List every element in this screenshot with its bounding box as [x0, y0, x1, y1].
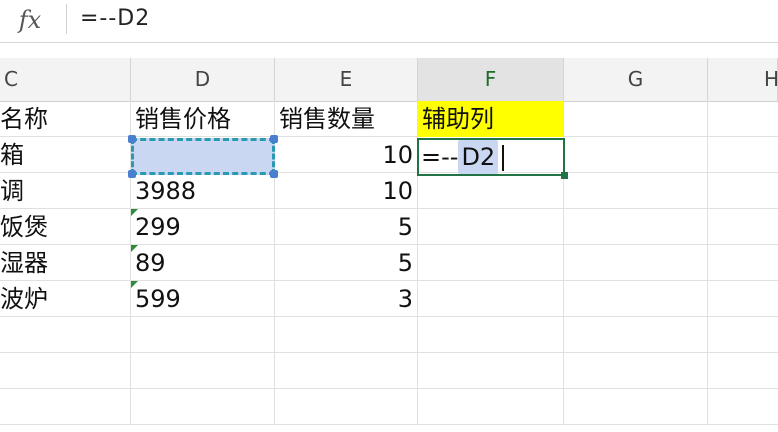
- number-as-text-flag-icon: [131, 281, 138, 288]
- cell-g6[interactable]: [564, 281, 708, 317]
- column-header-row: C D E F G H: [0, 58, 778, 102]
- cell-d6-value: 599: [135, 285, 181, 313]
- column-header-h[interactable]: H: [708, 58, 778, 101]
- cell-f6[interactable]: [418, 281, 564, 317]
- cell-f5[interactable]: [418, 245, 564, 281]
- cell-empty[interactable]: [131, 389, 275, 425]
- cell-c1[interactable]: 名称: [0, 101, 131, 137]
- cell-empty[interactable]: [131, 317, 275, 353]
- table-row: 调 3988 10: [0, 173, 778, 209]
- formula-bar: fx =--D2: [0, 0, 778, 43]
- cell-empty[interactable]: [275, 389, 418, 425]
- selection-handle-icon[interactable]: [128, 170, 136, 178]
- column-header-d[interactable]: D: [131, 58, 275, 101]
- cell-e3[interactable]: 10: [275, 173, 418, 209]
- copy-marquee: [128, 135, 278, 178]
- table-row: 波炉 599 3: [0, 281, 778, 317]
- cell-empty[interactable]: [418, 317, 564, 353]
- cell-f3[interactable]: [418, 173, 564, 209]
- cell-d1[interactable]: 销售价格: [131, 101, 275, 137]
- cell-g1[interactable]: [564, 101, 708, 137]
- selection-handle-icon[interactable]: [270, 135, 278, 143]
- cell-d4[interactable]: 299: [131, 209, 275, 245]
- table-row: 湿器 89 5: [0, 245, 778, 281]
- selection-handle-icon[interactable]: [128, 135, 136, 143]
- table-row: 名称 销售价格 销售数量 辅助列: [0, 101, 778, 137]
- cell-empty[interactable]: [0, 353, 131, 389]
- cell-e2[interactable]: 10: [275, 137, 418, 173]
- cell-empty[interactable]: [564, 353, 708, 389]
- table-row: 饭煲 299 5: [0, 209, 778, 245]
- cell-g5[interactable]: [564, 245, 708, 281]
- cell-empty[interactable]: [275, 353, 418, 389]
- number-as-text-flag-icon: [131, 209, 138, 216]
- text-caret: [502, 145, 505, 171]
- cell-empty[interactable]: [275, 317, 418, 353]
- cell-e5[interactable]: 5: [275, 245, 418, 281]
- cell-c3[interactable]: 调: [0, 173, 131, 209]
- cell-edit-text[interactable]: =-- D2: [421, 140, 505, 174]
- cell-empty[interactable]: [131, 353, 275, 389]
- fx-icon[interactable]: fx: [8, 2, 52, 38]
- cell-d5-value: 89: [135, 249, 166, 277]
- table-row: [0, 317, 778, 353]
- cell-e1[interactable]: 销售数量: [275, 101, 418, 137]
- edit-reference: D2: [458, 140, 499, 174]
- number-as-text-flag-icon: [131, 245, 138, 252]
- cell-f1[interactable]: 辅助列: [418, 101, 564, 137]
- column-header-c[interactable]: C: [0, 58, 131, 101]
- cell-empty[interactable]: [564, 317, 708, 353]
- cell-d6[interactable]: 599: [131, 281, 275, 317]
- selection-handle-icon[interactable]: [270, 170, 278, 178]
- cell-c2[interactable]: 箱: [0, 137, 131, 173]
- cell-e6[interactable]: 3: [275, 281, 418, 317]
- cell-empty[interactable]: [418, 353, 564, 389]
- cell-d4-value: 299: [135, 213, 181, 241]
- cell-e4[interactable]: 5: [275, 209, 418, 245]
- table-row: 箱 3988 10: [0, 137, 778, 173]
- cell-empty[interactable]: [0, 389, 131, 425]
- cell-c6[interactable]: 波炉: [0, 281, 131, 317]
- cell-empty[interactable]: [564, 389, 708, 425]
- cell-c5[interactable]: 湿器: [0, 245, 131, 281]
- cell-empty[interactable]: [418, 389, 564, 425]
- cell-f4[interactable]: [418, 209, 564, 245]
- table-row: [0, 353, 778, 389]
- column-header-g[interactable]: G: [564, 58, 708, 101]
- column-header-f[interactable]: F: [418, 58, 564, 101]
- formula-bar-separator: [66, 4, 67, 34]
- cell-g3[interactable]: [564, 173, 708, 209]
- cell-d5[interactable]: 89: [131, 245, 275, 281]
- cell-d3[interactable]: 3988: [131, 173, 275, 209]
- table-row: [0, 389, 778, 425]
- spreadsheet-grid: C D E F G H 名称 销售价格 销售数量 辅助列 箱 3988 10 调…: [0, 42, 778, 432]
- column-header-e[interactable]: E: [275, 58, 418, 101]
- formula-input[interactable]: =--D2: [80, 0, 150, 38]
- cell-c4[interactable]: 饭煲: [0, 209, 131, 245]
- edit-prefix: =--: [421, 143, 459, 171]
- cell-empty[interactable]: [0, 317, 131, 353]
- cell-g4[interactable]: [564, 209, 708, 245]
- cell-g2[interactable]: [564, 137, 708, 173]
- fill-handle-icon[interactable]: [561, 172, 568, 179]
